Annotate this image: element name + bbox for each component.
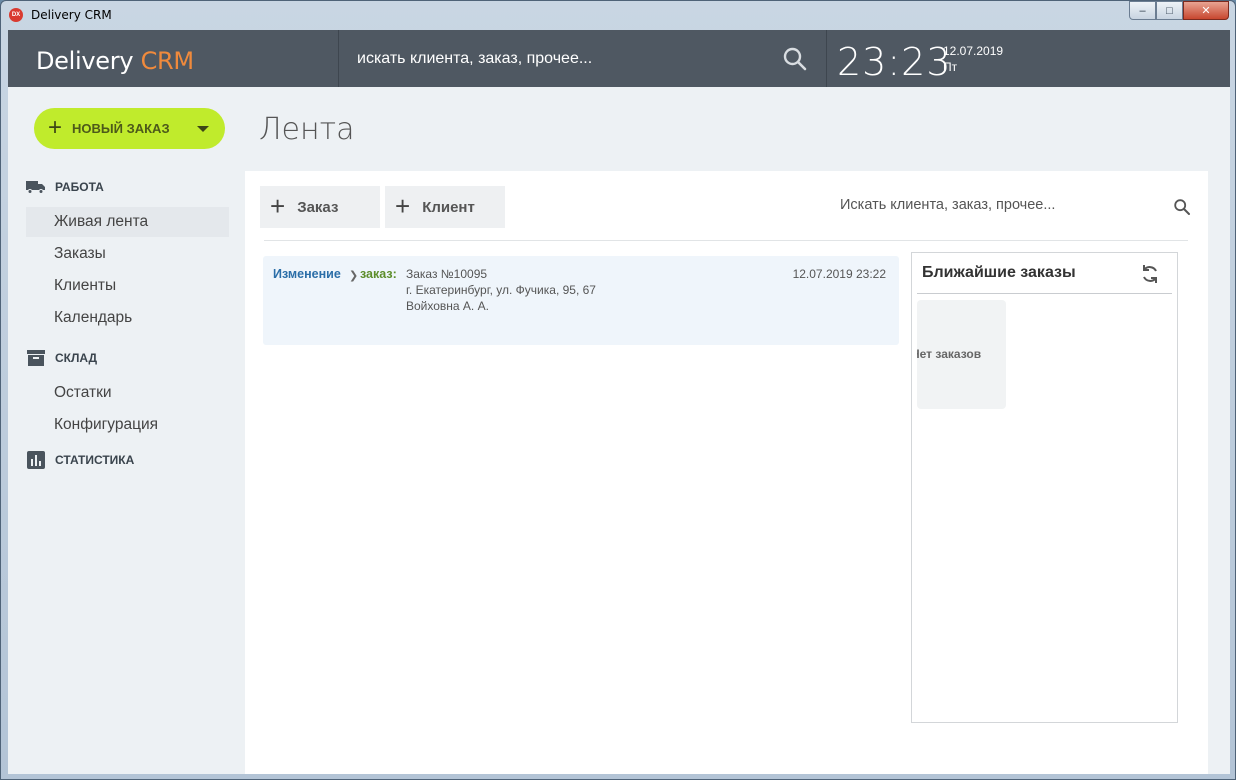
feed-search: [840, 196, 1195, 218]
chart-icon: [26, 451, 46, 469]
feed-action[interactable]: Изменение: [273, 267, 341, 281]
feed-address: г. Екатеринбург, ул. Фучика, 95, 67: [406, 283, 596, 297]
new-order-button[interactable]: + НОВЫЙ ЗАКАЗ: [34, 108, 225, 149]
sidebar-item-orders[interactable]: Заказы: [26, 239, 229, 269]
global-search: [339, 30, 826, 87]
feed-datetime: 12.07.2019 23:22: [792, 267, 886, 281]
plus-icon: +: [395, 190, 411, 221]
sidebar: + НОВЫЙ ЗАКАЗ РАБОТА Живая лента Заказы …: [8, 87, 244, 774]
chevron-right-icon: ❯: [349, 270, 359, 282]
header-divider: [826, 30, 827, 87]
plus-icon: +: [48, 113, 63, 141]
brand-accent: CRM: [140, 47, 195, 75]
sidebar-section-statistics[interactable]: СТАТИСТИКА: [26, 451, 135, 469]
clock-time: 23:23: [837, 40, 952, 84]
sidebar-item-configuration[interactable]: Конфигурация: [26, 410, 229, 440]
global-search-input[interactable]: [357, 46, 757, 72]
feed-panel: + Заказ + Клиент Изменение ❯ заказ: Зака…: [245, 171, 1208, 774]
feed-person: Войховна А. А.: [406, 299, 489, 313]
sidebar-item-stock[interactable]: Остатки: [26, 378, 229, 408]
sidebar-item-calendar[interactable]: Календарь: [26, 303, 229, 333]
app-header: Delivery CRM 23:23 12.07.2019 Пт: [8, 30, 1230, 87]
divider: [264, 240, 1188, 241]
sidebar-item-live-feed[interactable]: Живая лента: [26, 207, 229, 237]
new-order-label: НОВЫЙ ЗАКАЗ: [72, 121, 170, 136]
window-controls: – □ ✕: [1129, 1, 1229, 21]
empty-state: Нет заказов: [917, 300, 1006, 409]
add-client-label: Клиент: [422, 198, 475, 216]
box-icon: [26, 350, 46, 366]
feed-order[interactable]: Заказ №10095: [406, 267, 487, 281]
sidebar-section-work[interactable]: РАБОТА: [26, 179, 104, 195]
app-icon: DX: [9, 8, 23, 22]
right-gutter: [1215, 87, 1230, 774]
section-label: РАБОТА: [55, 180, 104, 194]
date-text: 12.07.2019: [943, 44, 1004, 58]
feed-item[interactable]: Изменение ❯ заказ: Заказ №10095 г. Екате…: [263, 256, 899, 345]
brand-main: Delivery: [36, 47, 141, 75]
truck-icon: [26, 179, 46, 195]
add-client-button[interactable]: + Клиент: [385, 186, 505, 228]
brand-logo[interactable]: Delivery CRM: [36, 47, 194, 75]
chevron-down-icon[interactable]: [197, 126, 209, 132]
add-order-label: Заказ: [297, 198, 339, 216]
refresh-icon[interactable]: [1139, 263, 1161, 285]
search-icon[interactable]: [1173, 198, 1191, 216]
weekday-text: Пт: [943, 60, 958, 74]
minimize-button[interactable]: –: [1129, 1, 1156, 20]
title-bar[interactable]: DX Delivery CRM – □ ✕: [1, 1, 1235, 30]
client-area: Delivery CRM 23:23 12.07.2019 Пт + НОВЫЙ…: [8, 30, 1230, 774]
section-label: СТАТИСТИКА: [55, 453, 135, 467]
sidebar-item-clients[interactable]: Клиенты: [26, 271, 229, 301]
app-window: DX Delivery CRM – □ ✕ Delivery CRM 23:23…: [0, 0, 1236, 780]
clock-date: 12.07.2019 Пт: [943, 43, 1003, 75]
add-order-button[interactable]: + Заказ: [260, 186, 380, 228]
section-label: СКЛАД: [55, 351, 98, 365]
search-icon[interactable]: [782, 46, 808, 72]
feed-search-input[interactable]: [840, 197, 1160, 213]
divider: [917, 293, 1172, 294]
upcoming-orders-panel: Ближайшие заказы Нет заказов: [911, 252, 1178, 723]
feed-entity: заказ:: [360, 267, 397, 281]
maximize-button[interactable]: □: [1156, 1, 1183, 20]
sidebar-section-warehouse[interactable]: СКЛАД: [26, 350, 97, 366]
close-button[interactable]: ✕: [1183, 1, 1229, 20]
plus-icon: +: [270, 190, 286, 221]
page-title: Лента: [259, 112, 355, 147]
window-title: Delivery CRM: [31, 8, 112, 22]
upcoming-title: Ближайшие заказы: [922, 264, 1076, 281]
